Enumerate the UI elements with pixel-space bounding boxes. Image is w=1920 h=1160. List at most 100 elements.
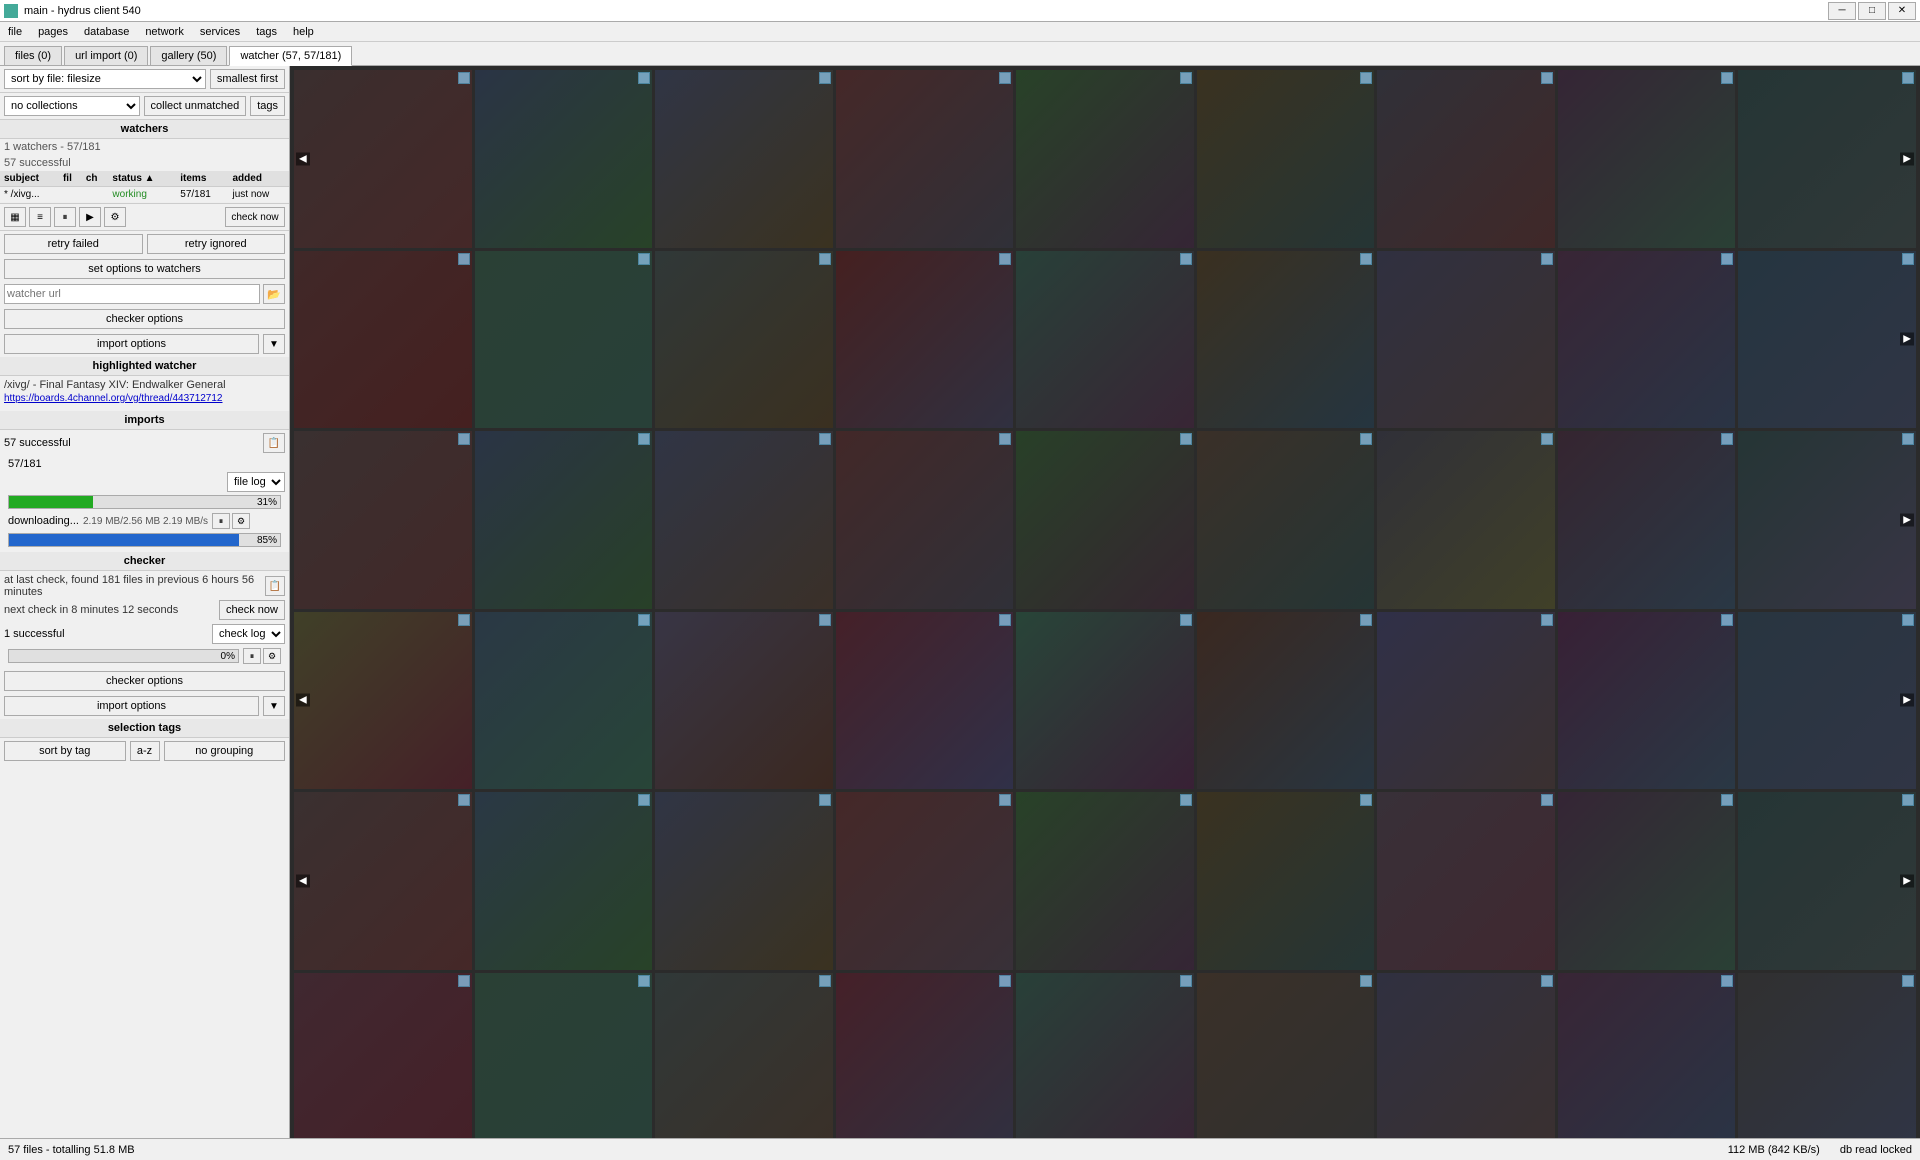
- image-cell[interactable]: [475, 70, 653, 248]
- maximize-button[interactable]: □: [1858, 2, 1886, 20]
- image-cell[interactable]: [836, 70, 1014, 248]
- list-view-button[interactable]: ≡: [29, 207, 51, 227]
- cell-checkbox[interactable]: [1902, 253, 1914, 265]
- import-options-arrow-2[interactable]: ▼: [263, 696, 285, 716]
- image-cell[interactable]: [1377, 251, 1555, 429]
- set-options-to-watchers-button[interactable]: set options to watchers: [4, 259, 285, 279]
- nav-arrow-right[interactable]: ▶: [1900, 513, 1914, 526]
- check-now-button[interactable]: check now: [225, 207, 285, 227]
- cell-checkbox[interactable]: [1902, 975, 1914, 987]
- image-cell[interactable]: [1558, 612, 1736, 790]
- cell-checkbox[interactable]: [1180, 975, 1192, 987]
- cell-checkbox[interactable]: [819, 72, 831, 84]
- cell-checkbox[interactable]: [638, 253, 650, 265]
- cell-checkbox[interactable]: [1360, 433, 1372, 445]
- cell-checkbox[interactable]: [1360, 614, 1372, 626]
- cell-checkbox[interactable]: [1902, 794, 1914, 806]
- image-cell[interactable]: [1377, 792, 1555, 970]
- image-cell[interactable]: [655, 973, 833, 1138]
- tab-watcher[interactable]: watcher (57, 57/181): [229, 46, 352, 66]
- image-cell[interactable]: [1377, 973, 1555, 1138]
- image-cell[interactable]: [294, 973, 472, 1138]
- cell-checkbox[interactable]: [638, 794, 650, 806]
- checker-pause-button[interactable]: ⏸: [243, 648, 261, 664]
- cell-checkbox[interactable]: [1541, 72, 1553, 84]
- image-cell[interactable]: ◀: [294, 70, 472, 248]
- watcher-url-input[interactable]: [4, 284, 260, 304]
- cell-checkbox[interactable]: [638, 433, 650, 445]
- image-cell[interactable]: [1377, 70, 1555, 248]
- cell-checkbox[interactable]: [1721, 253, 1733, 265]
- cell-checkbox[interactable]: [819, 433, 831, 445]
- cell-checkbox[interactable]: [1541, 614, 1553, 626]
- cell-checkbox[interactable]: [1721, 794, 1733, 806]
- collect-unmatched-button[interactable]: collect unmatched: [144, 96, 247, 116]
- image-cell[interactable]: [1016, 431, 1194, 609]
- image-cell[interactable]: [655, 612, 833, 790]
- checker-check-now-button[interactable]: check now: [219, 600, 285, 620]
- dl-pause-button[interactable]: ⏸: [212, 513, 230, 529]
- image-cell[interactable]: ▶: [1738, 251, 1916, 429]
- image-cell[interactable]: [1738, 973, 1916, 1138]
- cell-checkbox[interactable]: [458, 72, 470, 84]
- sort-by-tag-button[interactable]: sort by tag: [4, 741, 126, 761]
- cell-checkbox[interactable]: [1180, 794, 1192, 806]
- tab-url-import[interactable]: url import (0): [64, 46, 148, 65]
- cell-checkbox[interactable]: [1360, 975, 1372, 987]
- tab-gallery[interactable]: gallery (50): [150, 46, 227, 65]
- tags-button[interactable]: tags: [250, 96, 285, 116]
- cell-checkbox[interactable]: [1902, 433, 1914, 445]
- checker-options-button-2[interactable]: checker options: [4, 671, 285, 691]
- cell-checkbox[interactable]: [999, 253, 1011, 265]
- image-cell[interactable]: [1197, 973, 1375, 1138]
- cell-checkbox[interactable]: [999, 433, 1011, 445]
- nav-arrow-left[interactable]: ◀: [296, 694, 310, 707]
- nav-arrow-left[interactable]: ◀: [296, 152, 310, 165]
- image-cell[interactable]: [475, 431, 653, 609]
- image-cell[interactable]: [1377, 612, 1555, 790]
- nav-arrow-right[interactable]: ▶: [1900, 694, 1914, 707]
- cell-checkbox[interactable]: [1180, 253, 1192, 265]
- image-cell[interactable]: [1558, 251, 1736, 429]
- cell-checkbox[interactable]: [999, 614, 1011, 626]
- cell-checkbox[interactable]: [999, 72, 1011, 84]
- collections-dropdown[interactable]: no collections: [4, 96, 140, 116]
- file-log-dropdown[interactable]: file log: [227, 472, 285, 492]
- cell-checkbox[interactable]: [1180, 72, 1192, 84]
- image-cell[interactable]: [1016, 251, 1194, 429]
- cell-checkbox[interactable]: [1721, 614, 1733, 626]
- image-cell[interactable]: [836, 973, 1014, 1138]
- checker-log-dropdown[interactable]: check log: [212, 624, 285, 644]
- image-cell[interactable]: [655, 431, 833, 609]
- image-cell[interactable]: [1197, 792, 1375, 970]
- import-options-button[interactable]: import options: [4, 334, 259, 354]
- menu-network[interactable]: network: [137, 24, 192, 40]
- image-cell[interactable]: [1197, 251, 1375, 429]
- cell-checkbox[interactable]: [1360, 794, 1372, 806]
- minimize-button[interactable]: ─: [1828, 2, 1856, 20]
- image-cell[interactable]: [475, 612, 653, 790]
- cell-checkbox[interactable]: [999, 975, 1011, 987]
- image-cell[interactable]: [655, 70, 833, 248]
- image-cell[interactable]: ▶: [1738, 70, 1916, 248]
- cell-checkbox[interactable]: [1541, 253, 1553, 265]
- menu-database[interactable]: database: [76, 24, 137, 40]
- az-button[interactable]: a-z: [130, 741, 160, 761]
- cell-checkbox[interactable]: [1902, 614, 1914, 626]
- checker-log-icon[interactable]: 📋: [265, 576, 285, 596]
- cell-checkbox[interactable]: [1721, 433, 1733, 445]
- nav-arrow-right[interactable]: ▶: [1900, 152, 1914, 165]
- image-cell[interactable]: [655, 792, 833, 970]
- cell-checkbox[interactable]: [999, 794, 1011, 806]
- cell-checkbox[interactable]: [819, 794, 831, 806]
- cell-checkbox[interactable]: [458, 975, 470, 987]
- image-cell[interactable]: [1016, 70, 1194, 248]
- smallest-first-button[interactable]: smallest first: [210, 69, 285, 89]
- image-cell[interactable]: [1016, 792, 1194, 970]
- resume-button[interactable]: ▶: [79, 207, 101, 227]
- image-cell[interactable]: [1016, 612, 1194, 790]
- grouping-button[interactable]: no grouping: [164, 741, 286, 761]
- image-cell[interactable]: ▶: [1738, 792, 1916, 970]
- image-cell[interactable]: [1197, 612, 1375, 790]
- image-cell[interactable]: ◀: [294, 612, 472, 790]
